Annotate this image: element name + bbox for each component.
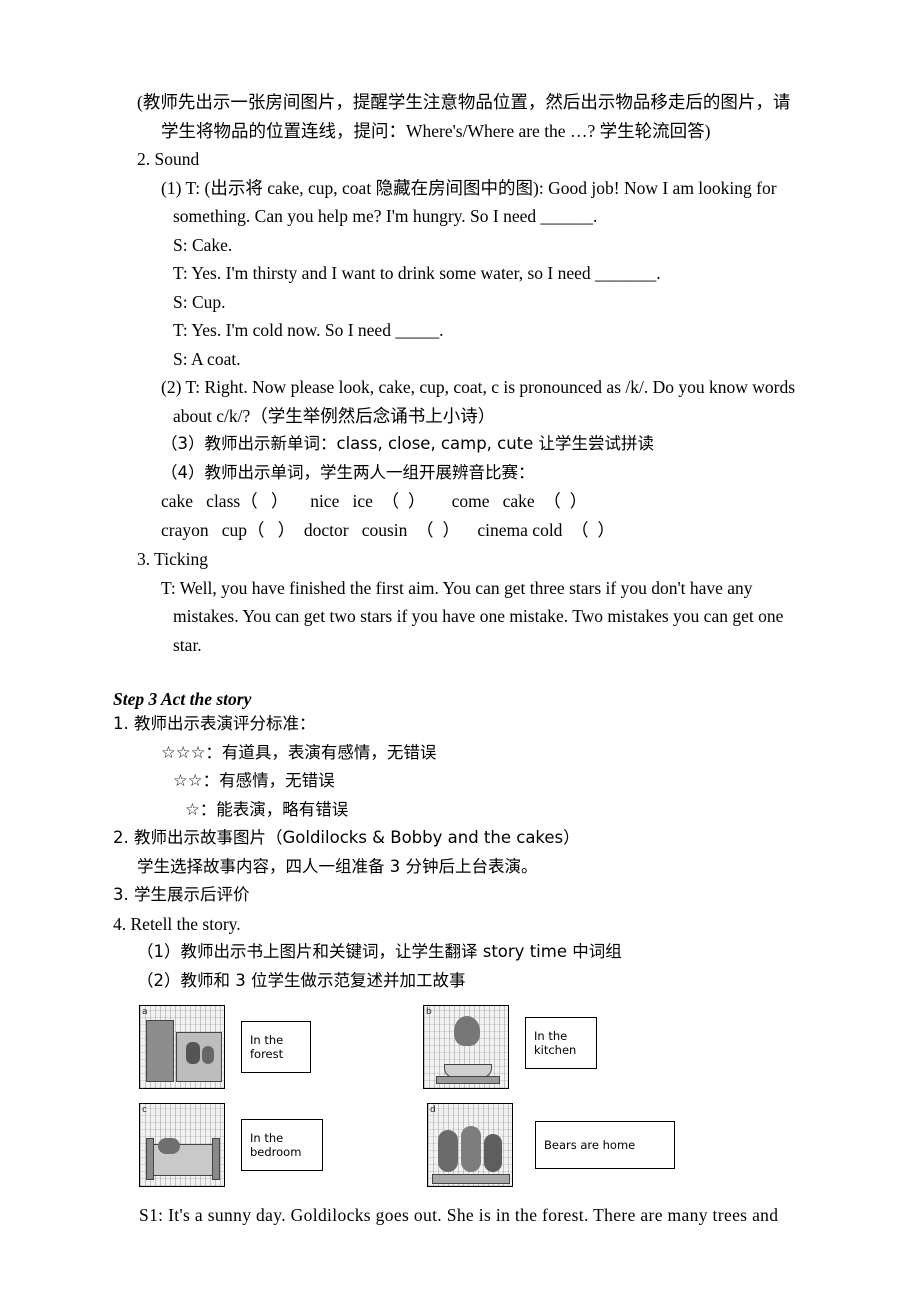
picture-tag-b: b bbox=[426, 1007, 432, 1017]
sketch-figure bbox=[158, 1138, 180, 1154]
sound-item-1-line2: something. Can you help me? I'm hungry. … bbox=[173, 206, 598, 226]
ticking-line1: T: Well, you have finished the first aim… bbox=[161, 577, 753, 598]
sketch-bear bbox=[461, 1126, 481, 1172]
step-3-heading: Step 3 Act the story bbox=[113, 689, 252, 709]
sketch-figure bbox=[186, 1042, 200, 1064]
dialogue-s-coat: S: A coat. bbox=[173, 348, 241, 369]
sketch-bedpost bbox=[212, 1138, 220, 1180]
sound-item-4: （4）教师出示单词，学生两人一组开展辨音比赛： bbox=[161, 462, 535, 482]
label-in-the-bedroom: In the bedroom bbox=[241, 1119, 323, 1171]
dialogue-s-cup: S: Cup. bbox=[173, 291, 226, 312]
document-page: (教师先出示一张房间图片，提醒学生注意物品位置，然后出示物品移走后的图片，请 学… bbox=[0, 0, 920, 1302]
act-item-2-detail: 学生选择故事内容，四人一组准备 3 分钟后上台表演。 bbox=[137, 856, 538, 876]
act-item-2: 2. 教师出示故事图片（Goldilocks & Bobby and the c… bbox=[113, 828, 580, 847]
word-contest-row-2: crayon cup（ ） doctor cousin （ ） cinema c… bbox=[161, 520, 615, 540]
rubric-one-star: ☆：能表演，略有错误 bbox=[185, 799, 349, 819]
sound-item-3: （3）教师出示新单词：class, close, camp, cute 让学生尝… bbox=[161, 434, 655, 453]
act-item-1: 1. 教师出示表演评分标准： bbox=[113, 714, 316, 733]
dialogue-t-thirsty: T: Yes. I'm thirsty and I want to drink … bbox=[173, 263, 661, 283]
story-image-forest: a bbox=[139, 1005, 225, 1089]
paragraph-intro-line1: (教师先出示一张房间图片，提醒学生注意物品位置，然后出示物品移走后的图片，请 bbox=[137, 92, 791, 112]
sketch-figure bbox=[454, 1016, 480, 1046]
final-narration-line: S1: It's a sunny day. Goldilocks goes ou… bbox=[139, 1205, 779, 1225]
label-in-the-kitchen: In the kitchen bbox=[525, 1017, 597, 1069]
sketch-bedpost bbox=[146, 1138, 154, 1180]
ticking-line3: star. bbox=[173, 634, 202, 655]
word-contest-row-1: cake class（ ） nice ice （ ） come cake （ ） bbox=[161, 491, 588, 511]
sketch-table bbox=[436, 1076, 500, 1084]
story-picture-row-1: a In the forest b In the kitchen bbox=[139, 1005, 810, 1089]
label-bears-are-home: Bears are home bbox=[535, 1121, 675, 1169]
retell-sub-2: （2）教师和 3 位学生做示范复述并加工故事 bbox=[137, 970, 466, 990]
story-image-kitchen: b bbox=[423, 1005, 509, 1089]
picture-tag-a: a bbox=[142, 1007, 148, 1017]
rubric-two-stars: ☆☆：有感情，无错误 bbox=[173, 771, 335, 790]
sketch-shape bbox=[146, 1020, 174, 1082]
sound-item-1-line1: (1) T: (出示将 cake, cup, coat 隐藏在房间图中的图): … bbox=[161, 177, 777, 198]
sketch-bear bbox=[438, 1130, 458, 1172]
story-picture-row-2: c In the bedroom d Bears are home bbox=[139, 1103, 810, 1187]
sketch-floor bbox=[432, 1174, 510, 1184]
dialogue-s-cake: S: Cake. bbox=[173, 234, 233, 255]
story-picture-grid: a In the forest b In the kitchen c In th… bbox=[139, 1005, 810, 1187]
story-image-bears-home: d bbox=[427, 1103, 513, 1187]
heading-3-ticking: 3. Ticking bbox=[137, 549, 208, 569]
label-in-the-forest: In the forest bbox=[241, 1021, 311, 1073]
sketch-figure bbox=[202, 1046, 214, 1064]
picture-tag-c: c bbox=[142, 1105, 147, 1115]
sketch-bear bbox=[484, 1134, 502, 1172]
story-image-bedroom: c bbox=[139, 1103, 225, 1187]
sound-item-2-line2: about c/k/?（学生举例然后念诵书上小诗） bbox=[173, 405, 496, 426]
act-item-4-retell: 4. Retell the story. bbox=[113, 913, 241, 934]
ticking-line2: mistakes. You can get two stars if you h… bbox=[173, 606, 784, 626]
paragraph-intro-line2: 学生将物品的位置连线，提问：Where's/Where are the …? 学… bbox=[161, 120, 711, 141]
retell-sub-1: （1）教师出示书上图片和关键词，让学生翻译 story time 中词组 bbox=[137, 942, 622, 961]
dialogue-t-cold: T: Yes. I'm cold now. So I need _____. bbox=[173, 320, 444, 340]
sound-item-2-line1: (2) T: Right. Now please look, cake, cup… bbox=[161, 377, 796, 397]
heading-2-sound: 2. Sound bbox=[137, 149, 200, 169]
rubric-three-stars: ☆☆☆：有道具，表演有感情，无错误 bbox=[161, 742, 437, 762]
act-item-3: 3. 学生展示后评价 bbox=[113, 885, 250, 904]
picture-tag-d: d bbox=[430, 1105, 436, 1115]
